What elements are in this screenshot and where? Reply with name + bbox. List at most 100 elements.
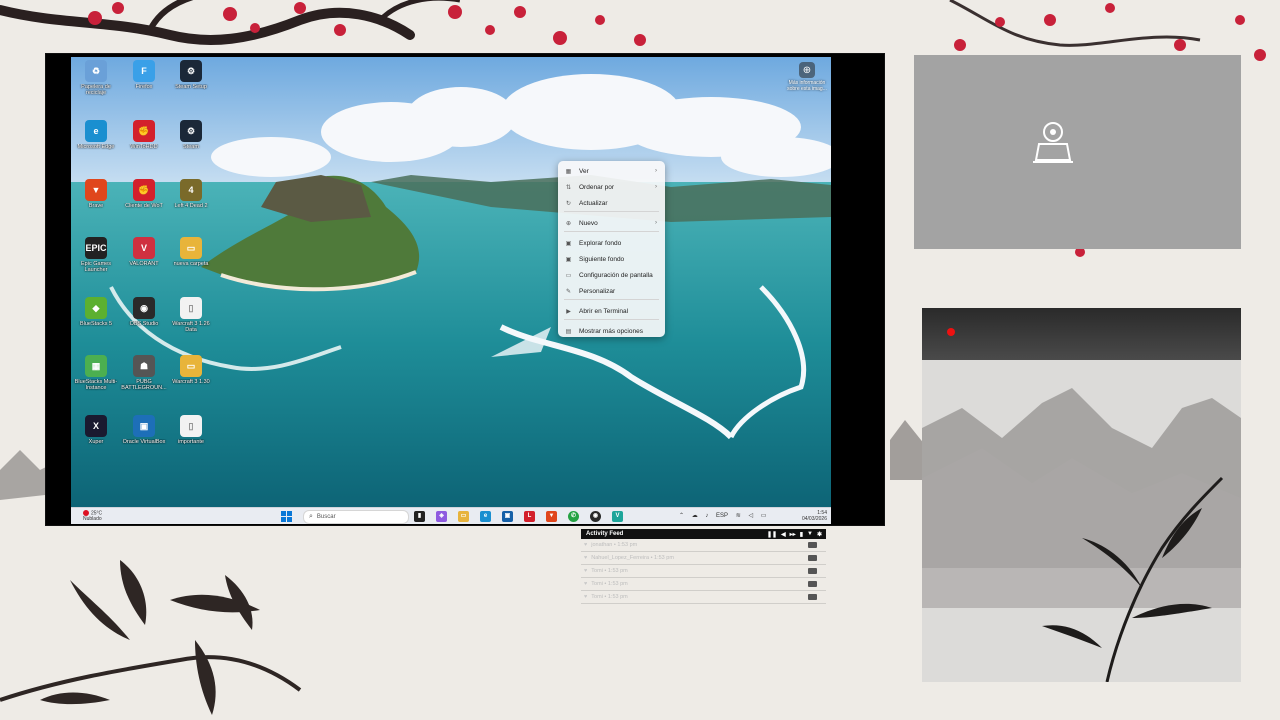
mic-icon[interactable]: ♪ (705, 513, 708, 519)
activity-feed-title: Activity Feed (586, 531, 624, 537)
message-icon[interactable] (808, 555, 817, 561)
app-icon: ✊ (133, 179, 155, 201)
desktop-icon[interactable]: ☗ PUBG BATTLEGROUN... (119, 355, 169, 391)
message-icon[interactable] (808, 542, 817, 548)
context-menu-item[interactable]: ▤ Mostrar más opciones (558, 324, 665, 338)
learn-more-about-image-button[interactable]: ⊕ Más información sobre esta imag... (787, 62, 827, 92)
more-icon: ▤ (565, 328, 572, 335)
taskbar: 25°C Nublado ⌕ Buscar ▮ ◈ ▭ e ▣ L ▼ ✆ ◉ … (71, 507, 831, 524)
chevron-up-icon[interactable]: ⌃ (679, 513, 684, 519)
context-menu-item[interactable]: ↻ Actualizar (558, 196, 665, 210)
document-icon: ▯ (180, 415, 202, 437)
app-icon: ✊ (133, 120, 155, 142)
desktop-icon-label: Cliente de WoT (125, 203, 163, 209)
volume-icon[interactable]: ◁ (748, 513, 753, 519)
context-menu-item[interactable]: ⇅ Ordenar por › (558, 180, 665, 194)
desktop-icon[interactable]: ▭ nueva carpeta (166, 237, 216, 267)
desktop-icon[interactable]: ⚙ Steam (166, 120, 216, 150)
taskbar-search-box[interactable]: ⌕ Buscar (303, 510, 409, 524)
desktop-icon[interactable]: ▭ Warcraft 3 1.30 (166, 355, 216, 385)
filter-icon[interactable]: ▼ (807, 531, 813, 537)
activity-feed-row[interactable]: ♥ Tomi • 1:53 pm (581, 578, 826, 591)
desktop-icon[interactable]: ▯ importante (166, 415, 216, 445)
activity-feed-row[interactable]: ♥ Nahuel_Lopez_Ferreira • 1:53 pm (581, 552, 826, 565)
activity-feed-row[interactable]: ♥ Tomi • 1:53 pm (581, 565, 826, 578)
weather-alert-icon (83, 510, 89, 516)
brush-icon: ✎ (565, 288, 572, 295)
store-icon[interactable]: ▣ (502, 511, 513, 522)
task-view-icon[interactable]: ▮ (414, 511, 425, 522)
battery-icon[interactable]: ▭ (761, 513, 767, 519)
context-menu-item[interactable]: ▭ Configuración de pantalla (558, 268, 665, 282)
settings-gear-icon[interactable]: ✱ (817, 531, 822, 538)
desktop-icon[interactable]: ◉ OBS Studio (119, 297, 169, 327)
file-explorer-icon[interactable]: ▭ (458, 511, 469, 522)
desktop-icon-label: Papelera de reciclaje (81, 84, 111, 96)
activity-feed-row[interactable]: ♥ Tomi • 1:53 pm (581, 591, 826, 604)
desktop-icon[interactable]: ▼ Brave (71, 179, 121, 209)
windows-start-icon[interactable] (281, 511, 292, 522)
sort-icon: ⇅ (565, 184, 572, 191)
desktop-icon[interactable]: ✊ WinToHDD (119, 120, 169, 150)
cloud-icon[interactable]: ☁ (692, 513, 698, 519)
search-placeholder: Buscar (316, 514, 336, 520)
recording-indicator-icon (947, 328, 955, 336)
skip-icon[interactable]: ▸▸ (790, 531, 796, 538)
message-icon[interactable] (808, 594, 817, 600)
activity-feed-text: Tomi • 1:53 pm (591, 568, 628, 574)
trash-icon[interactable]: ▮ (800, 531, 803, 538)
context-menu-label: Personalizar (579, 287, 616, 295)
activity-feed: Activity Feed ❚❚ ◀ ▸▸ ▮ ▼ ✱ ♥ jonathan • … (581, 529, 826, 604)
file-icon: F (133, 60, 155, 82)
desktop-icon[interactable]: ▯ Warcraft 3 1.26 Data (166, 297, 216, 333)
language-indicator[interactable]: ESP (716, 513, 728, 519)
copilot-icon[interactable]: ◈ (436, 511, 447, 522)
plus-icon: ⊕ (565, 220, 572, 227)
obs-taskbar-icon[interactable]: ◉ (590, 511, 601, 522)
message-icon[interactable] (808, 581, 817, 587)
context-menu-divider (564, 231, 659, 232)
context-menu-item[interactable]: ✎ Personalizar (558, 284, 665, 298)
desktop-icon-label: BlueStacks 5 (79, 321, 113, 327)
refresh-icon: ↻ (565, 200, 572, 207)
desktop-icon[interactable]: V VALORANT (119, 237, 169, 267)
desktop-icon-label: PUBG BATTLEGROUN... (121, 379, 167, 391)
chevron-right-icon: › (655, 220, 657, 226)
context-menu-item[interactable]: ⊕ Nuevo › (558, 216, 665, 230)
context-menu-item[interactable]: ▶ Abrir en Terminal (558, 304, 665, 318)
message-icon[interactable] (808, 568, 817, 574)
context-menu-item[interactable]: ▦ Ver › (558, 164, 665, 178)
brave-taskbar-icon[interactable]: ▼ (546, 511, 557, 522)
heart-icon: ♥ (584, 568, 588, 574)
desktop-icon[interactable]: F Firefox (119, 60, 169, 90)
edge-taskbar-icon[interactable]: e (480, 511, 491, 522)
context-menu-item[interactable]: ▣ Siguiente fondo (558, 252, 665, 266)
desktop-icon[interactable]: ▣ Oracle VirtualBox (119, 415, 169, 445)
bluestacks-icon: ◆ (85, 297, 107, 319)
desktop-icon[interactable]: EPIC Epic Games Launcher (71, 237, 121, 273)
whatsapp-icon[interactable]: ✆ (568, 511, 579, 522)
wifi-icon[interactable]: ≋ (736, 513, 741, 519)
virtualbox-icon: ▣ (133, 415, 155, 437)
desktop-icon[interactable]: e Microsoft Edge (71, 120, 121, 150)
app-l-icon[interactable]: L (524, 511, 535, 522)
weather-widget[interactable]: 25°C Nublado (83, 510, 102, 522)
activity-feed-row[interactable]: ♥ jonathan • 1:53 pm (581, 539, 826, 552)
sound-icon[interactable]: ◀ (781, 531, 786, 538)
context-menu-label: Actualizar (579, 199, 608, 207)
context-menu-item[interactable]: ▣ Explorar fondo (558, 236, 665, 250)
obs-icon: ◉ (133, 297, 155, 319)
visual-studio-code-icon[interactable]: V (612, 511, 623, 522)
heart-icon: ♥ (584, 555, 588, 561)
desktop-icon[interactable]: X Xuper (71, 415, 121, 445)
desktop-icon[interactable]: ⚙ Steam Setup (166, 60, 216, 90)
pause-icon[interactable]: ❚❚ (767, 531, 777, 538)
desktop-icon[interactable]: ▦ BlueStacks Multi-Instance (71, 355, 121, 391)
desktop-icon[interactable]: ✊ Cliente de WoT (119, 179, 169, 209)
context-menu-label: Ver (579, 167, 589, 175)
desktop-icon[interactable]: 4 Left 4 Dead 2 (166, 179, 216, 209)
desktop-icon[interactable]: ◆ BlueStacks 5 (71, 297, 121, 327)
desktop-icon[interactable]: ♻ Papelera de reciclaje (71, 60, 121, 96)
taskbar-clock[interactable]: 1:54 04/03/2026 (793, 510, 827, 522)
desktop-icon-label: Left 4 Dead 2 (174, 203, 208, 209)
